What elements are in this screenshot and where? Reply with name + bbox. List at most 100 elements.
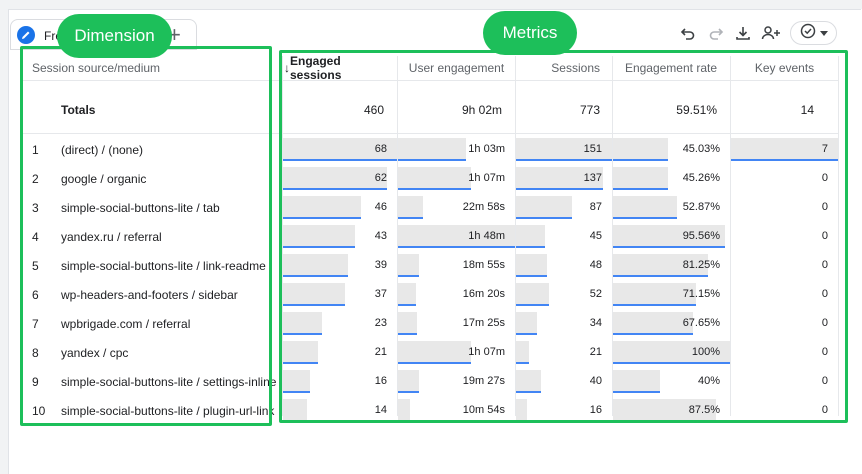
table-row[interactable]: 10 simple-social-buttons-lite / plugin-ur… — [0, 396, 862, 425]
top-background-strip — [0, 0, 862, 9]
table-row[interactable]: 8 yandex / cpc 21 1h 07m 21 100% 0 — [0, 338, 862, 367]
metric-cell: 19m 27s — [398, 367, 515, 396]
row-source-medium[interactable]: yandex.ru / referral — [61, 230, 162, 244]
table-row[interactable]: 6 wp-headers-and-footers / sidebar 37 16m 2… — [0, 280, 862, 309]
metric-cell: 16 — [283, 367, 397, 396]
heatmap-bar — [516, 254, 547, 277]
heatmap-bar — [516, 283, 549, 306]
metric-cell: 45 — [516, 222, 612, 251]
metric-cell: 151 — [516, 135, 612, 164]
row-source-medium[interactable]: yandex / cpc — [61, 346, 128, 360]
header-divider — [23, 80, 838, 81]
metric-cell: 0 — [731, 280, 838, 309]
totals-divider — [23, 133, 838, 134]
metric-cell: 1h 07m — [398, 164, 515, 193]
table-row[interactable]: 1 (direct) / (none) 68 1h 03m 151 45.03% 7 — [0, 135, 862, 164]
metric-cell: 1h 03m — [398, 135, 515, 164]
metric-value: 34 — [589, 317, 602, 329]
row-number: 1 — [32, 143, 39, 157]
metric-value: 16 — [374, 375, 387, 387]
metric-cell: 39 — [283, 251, 397, 280]
row-source-medium[interactable]: simple-social-buttons-lite / settings-in… — [61, 375, 276, 389]
metric-value: 68 — [374, 143, 387, 155]
metric-cell: 52 — [516, 280, 612, 309]
col-header-sessions[interactable]: Sessions — [516, 56, 600, 80]
row-source-medium[interactable]: (direct) / (none) — [61, 143, 143, 157]
dimension-header[interactable]: Session source/medium — [32, 56, 272, 80]
row-source-medium[interactable]: wp-headers-and-footers / sidebar — [61, 288, 238, 302]
insights-toggle[interactable] — [790, 21, 837, 45]
metric-cell: 14 — [283, 396, 397, 425]
heatmap-bar — [516, 196, 572, 219]
col-header-user-engagement[interactable]: User engagement — [398, 56, 515, 80]
heatmap-bar — [516, 341, 529, 364]
metric-value: 22m 58s — [462, 201, 505, 213]
edit-pencil-icon[interactable] — [17, 26, 35, 44]
metric-value: 19m 27s — [462, 375, 505, 387]
heatmap-bar — [283, 399, 307, 422]
metric-value: 18m 55s — [462, 259, 505, 271]
heatmap-bar — [398, 312, 417, 335]
metric-cell: 1h 07m — [398, 338, 515, 367]
download-icon[interactable] — [732, 22, 754, 44]
metric-cell: 17m 25s — [398, 309, 515, 338]
metric-cell: 0 — [731, 367, 838, 396]
share-users-icon[interactable] — [760, 22, 782, 44]
metric-cell: 137 — [516, 164, 612, 193]
metric-cell: 0 — [731, 309, 838, 338]
metric-cell: 45.26% — [613, 164, 730, 193]
metric-value: 21 — [589, 346, 602, 358]
table-row[interactable]: 9 simple-social-buttons-lite / settings-i… — [0, 367, 862, 396]
metric-cell: 0 — [731, 251, 838, 280]
heatmap-bar — [283, 167, 387, 190]
metric-value: 0 — [821, 259, 828, 271]
row-source-medium[interactable]: google / organic — [61, 172, 146, 186]
metric-cell: 43 — [283, 222, 397, 251]
metric-cell: 7 — [731, 135, 838, 164]
metric-value: 87 — [589, 201, 602, 213]
metric-cell: 46 — [283, 193, 397, 222]
total-engagement-rate: 59.51% — [676, 103, 717, 117]
row-source-medium[interactable]: simple-social-buttons-lite / link-readme — [61, 259, 266, 273]
metric-value: 151 — [583, 143, 602, 155]
metric-cell: 23 — [283, 309, 397, 338]
redo-icon[interactable] — [705, 22, 727, 44]
metric-value: 0 — [821, 172, 828, 184]
metric-value: 52.87% — [682, 201, 720, 213]
metric-value: 0 — [821, 375, 828, 387]
heatmap-bar — [516, 370, 541, 393]
table-row[interactable]: 5 simple-social-buttons-lite / link-readm… — [0, 251, 862, 280]
total-sessions: 773 — [579, 103, 600, 117]
metric-cell: 0 — [731, 338, 838, 367]
metric-cell: 52.87% — [613, 193, 730, 222]
metric-value: 48 — [589, 259, 602, 271]
row-source-medium[interactable]: simple-social-buttons-lite / plugin-url-… — [61, 404, 274, 418]
table-row[interactable]: 3 simple-social-buttons-lite / tab 46 22m 5… — [0, 193, 862, 222]
row-source-medium[interactable]: simple-social-buttons-lite / tab — [61, 201, 220, 215]
metric-cell: 100% — [613, 338, 730, 367]
heatmap-bar — [283, 312, 322, 335]
metric-value: 40% — [697, 375, 720, 387]
metric-value: 45.03% — [682, 143, 720, 155]
total-key-events: 14 — [800, 103, 814, 117]
col-header-engaged-sessions[interactable]: ↓ Engaged sessions — [284, 54, 384, 82]
metric-cell: 0 — [731, 193, 838, 222]
heatmap-bar — [283, 370, 310, 393]
metric-cell: 21 — [283, 338, 397, 367]
col-header-key-events[interactable]: Key events — [731, 56, 838, 80]
metric-value: 1h 07m — [468, 346, 505, 358]
row-number: 2 — [32, 172, 39, 186]
metric-value: 81.25% — [682, 259, 720, 271]
metric-cell: 71.15% — [613, 280, 730, 309]
caret-down-icon — [819, 24, 828, 42]
metric-value: 7 — [821, 143, 828, 155]
heatmap-bar — [283, 283, 345, 306]
row-source-medium[interactable]: wpbrigade.com / referral — [61, 317, 190, 331]
table-row[interactable]: 7 wpbrigade.com / referral 23 17m 25s 34 67.6… — [0, 309, 862, 338]
table-row[interactable]: 2 google / organic 62 1h 07m 137 45.26% 0 — [0, 164, 862, 193]
col-header-engagement-rate[interactable]: Engagement rate — [613, 56, 717, 80]
metric-value: 1h 48m — [468, 230, 505, 242]
undo-icon[interactable] — [677, 22, 699, 44]
table-row[interactable]: 4 yandex.ru / referral 43 1h 48m 45 95.56% 0 — [0, 222, 862, 251]
heatmap-bar — [398, 341, 471, 364]
